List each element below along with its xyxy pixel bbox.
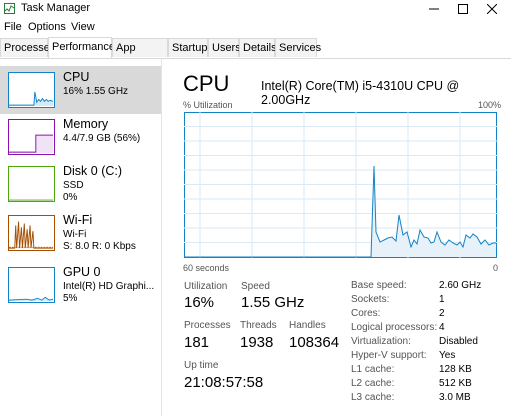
tab-processes[interactable]: Processes xyxy=(0,38,55,57)
spec-value: 4 xyxy=(439,322,445,333)
menu-options[interactable]: Options xyxy=(28,21,66,33)
cpu-thumbnail-graph xyxy=(8,72,55,108)
sidebar-item-title: GPU 0 xyxy=(63,265,101,279)
sidebar-item-title: CPU xyxy=(63,70,90,84)
close-button[interactable] xyxy=(478,0,506,18)
sidebar-item-detail: Intel(R) HD Graphi... xyxy=(63,281,155,292)
sidebar-item-detail: 4.4/7.9 GB (56%) xyxy=(63,133,141,144)
cpu-utilization-graph xyxy=(184,112,497,258)
uptime-value: 21:08:57:58 xyxy=(184,374,264,391)
window-title: Task Manager xyxy=(21,2,91,14)
graph-y-label: % Utilization xyxy=(183,100,233,110)
menu-view[interactable]: View xyxy=(71,21,95,33)
spec-value: 1 xyxy=(439,294,445,305)
uptime-label: Up time xyxy=(184,360,219,371)
maximize-button[interactable] xyxy=(449,0,477,18)
spec-label: L2 cache: xyxy=(351,378,395,389)
handles-value: 108364 xyxy=(289,334,340,351)
utilization-value: 16% xyxy=(184,294,215,311)
spec-value: Yes xyxy=(439,350,456,361)
sidebar-item-detail-2: 0% xyxy=(63,192,78,203)
sidebar-item-detail: Wi-Fi xyxy=(63,229,87,240)
speed-label: Speed xyxy=(241,281,270,292)
sidebar-item-title: Memory xyxy=(63,117,109,131)
spec-label: Cores: xyxy=(351,308,381,319)
graph-time-span: 60 seconds xyxy=(183,263,230,273)
spec-label: L3 cache: xyxy=(351,392,395,403)
spec-label: Hyper-V support: xyxy=(351,350,427,361)
spec-label: Virtualization: xyxy=(351,336,411,347)
sidebar-item-detail-2: 5% xyxy=(63,293,78,304)
tab-startup[interactable]: Startup xyxy=(168,38,208,57)
tab-services[interactable]: Services xyxy=(275,38,321,57)
processes-label: Processes xyxy=(184,320,231,331)
gpu-thumbnail-graph xyxy=(8,267,55,303)
task-manager-icon xyxy=(4,3,15,14)
tab-details[interactable]: Details xyxy=(239,38,277,57)
spec-value: 2 xyxy=(439,308,445,319)
threads-label: Threads xyxy=(240,320,277,331)
tab-users[interactable]: Users xyxy=(208,38,241,57)
utilization-label: Utilization xyxy=(184,281,228,292)
wifi-thumbnail-graph xyxy=(8,215,55,251)
sidebar-item-detail: 16% 1.55 GHz xyxy=(63,86,129,97)
graph-x-min: 0 xyxy=(493,263,499,273)
spec-label: Sockets: xyxy=(351,294,390,305)
processes-value: 181 xyxy=(184,334,210,351)
threads-value: 1938 xyxy=(240,334,274,351)
page-title: CPU xyxy=(183,71,230,96)
spec-value: 3.0 MB xyxy=(439,392,471,403)
spec-label: Base speed: xyxy=(351,280,407,291)
spec-value: 128 KB xyxy=(439,364,472,375)
spec-value: 2.60 GHz xyxy=(439,280,482,291)
close-icon xyxy=(487,4,497,14)
tab-app-history[interactable]: App history xyxy=(112,38,168,73)
cpu-model-name: Intel(R) Core(TM) i5-4310U CPU @ 2.00GHz xyxy=(261,79,460,107)
spec-label: Logical processors: xyxy=(351,322,438,333)
handles-label: Handles xyxy=(289,320,326,331)
minimize-icon xyxy=(429,8,439,10)
sidebar-item-title: Wi-Fi xyxy=(63,213,93,227)
minimize-button[interactable] xyxy=(420,0,448,18)
sidebar-item-detail-2: S: 8.0 R: 0 Kbps xyxy=(63,241,136,252)
spec-value: Disabled xyxy=(439,336,478,347)
memory-thumbnail-graph xyxy=(8,119,55,155)
maximize-icon xyxy=(458,4,468,14)
spec-label: L1 cache: xyxy=(351,364,395,375)
disk-thumbnail-graph xyxy=(8,166,55,202)
sidebar-item-title: Disk 0 (C:) xyxy=(63,164,123,178)
graph-y-max: 100% xyxy=(478,100,502,110)
spec-value: 512 KB xyxy=(439,378,472,389)
tab-performance[interactable]: Performance xyxy=(48,37,115,58)
menu-file[interactable]: File xyxy=(4,21,22,33)
speed-value: 1.55 GHz xyxy=(241,294,305,311)
sidebar-item-detail: SSD xyxy=(63,180,84,191)
